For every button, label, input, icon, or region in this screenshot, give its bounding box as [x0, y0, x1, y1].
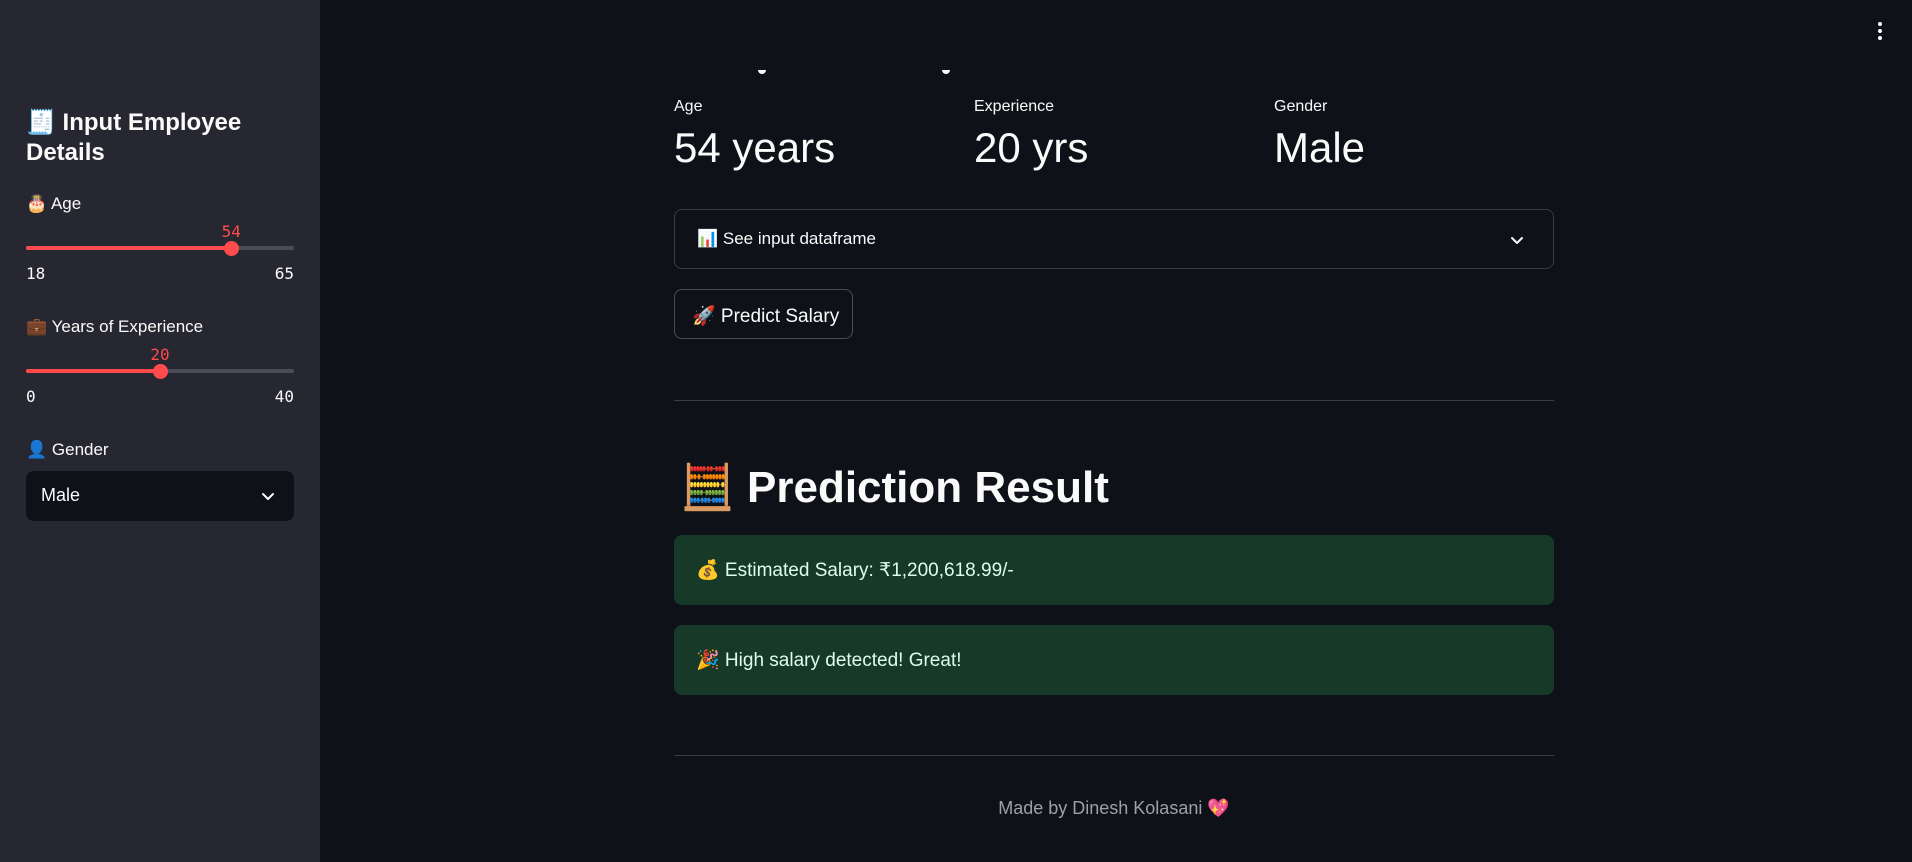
metric-label: Experience — [974, 98, 1055, 115]
footer: Made by Dinesh Kolasani 💖 — [674, 798, 1554, 819]
divider — [674, 755, 1554, 756]
metric-label: Age — [674, 98, 703, 115]
age-slider-thumb[interactable] — [224, 241, 240, 256]
high-salary-alert: 🎉 High salary detected! Great! — [674, 625, 1554, 695]
experience-slider[interactable]: 20 0 40 — [26, 345, 294, 415]
scrolled-heading-fragment — [674, 40, 1554, 74]
metric-value: 54 years — [674, 124, 836, 171]
predict-salary-label: 🚀 Predict Salary — [692, 306, 840, 327]
experience-slider-max: 40 — [274, 387, 294, 406]
age-slider-value: 54 — [221, 222, 241, 241]
metric-experience: Experience 20 yrs — [974, 98, 1254, 172]
age-slider-track[interactable] — [26, 246, 294, 250]
chevron-down-icon — [260, 488, 276, 509]
expander-label: 📊 See input dataframe — [697, 229, 876, 248]
sidebar-title: 🧾 Input Employee Details — [26, 109, 242, 166]
age-slider-min: 18 — [26, 264, 46, 283]
metric-gender: Gender Male — [1274, 98, 1554, 172]
predict-salary-button[interactable]: 🚀 Predict Salary — [674, 289, 853, 339]
more-vert-icon[interactable] — [1874, 22, 1886, 44]
age-slider-fill — [26, 246, 232, 250]
age-slider-max: 65 — [274, 264, 294, 283]
footer-text: Made by Dinesh Kolasani — [998, 798, 1203, 818]
metric-label: Gender — [1274, 98, 1328, 115]
heart-icon: 💖 — [1207, 798, 1230, 818]
salary-success-alert: 💰 Estimated Salary: ₹1,200,618.99/- — [674, 535, 1554, 605]
experience-slider-value: 20 — [150, 345, 170, 364]
gender-select-value: Male — [41, 485, 81, 505]
experience-slider-thumb[interactable] — [153, 364, 168, 379]
app: 🧾 Input Employee Details 🎂 Age 54 18 65 … — [0, 0, 1912, 862]
metric-age: Age 54 years — [674, 98, 954, 172]
gender-label: 👤 Gender — [26, 440, 109, 459]
metric-value: Male — [1274, 124, 1366, 171]
salary-text: 💰 Estimated Salary: ₹1,200,618.99/- — [696, 560, 1014, 581]
age-label: 🎂 Age — [26, 194, 82, 213]
sidebar: 🧾 Input Employee Details 🎂 Age 54 18 65 … — [0, 0, 320, 862]
prediction-result-heading: 🧮 Prediction Result — [680, 463, 1109, 512]
chevron-down-icon — [1509, 232, 1525, 253]
divider — [674, 400, 1554, 401]
gender-select[interactable]: Male — [26, 471, 294, 521]
metric-value: 20 yrs — [974, 124, 1089, 171]
experience-slider-min: 0 — [26, 387, 36, 406]
high-salary-text: 🎉 High salary detected! Great! — [696, 650, 962, 671]
experience-label: 💼 Years of Experience — [26, 317, 204, 336]
input-dataframe-expander[interactable]: 📊 See input dataframe — [674, 209, 1554, 269]
experience-slider-fill — [26, 369, 160, 373]
age-slider[interactable]: 54 18 65 — [26, 222, 294, 292]
